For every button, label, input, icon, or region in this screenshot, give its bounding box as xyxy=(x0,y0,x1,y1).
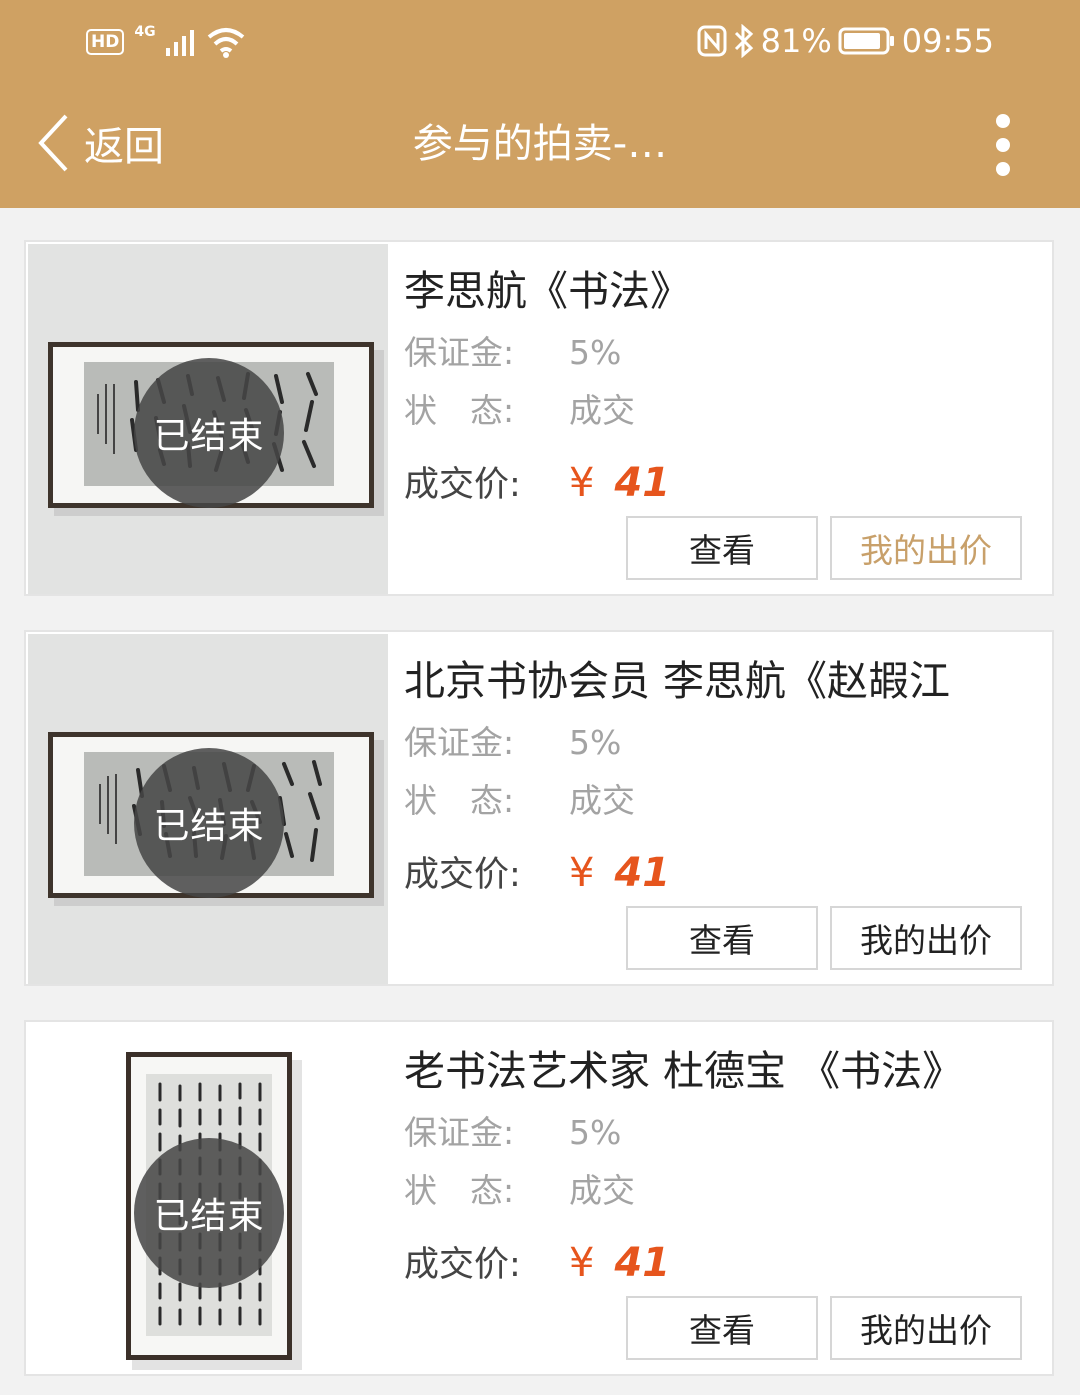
price-amount: 41 xyxy=(614,1240,671,1286)
item-title: 李思航《书法》 xyxy=(404,267,691,315)
deal-price-label: 成交价: xyxy=(404,1245,521,1285)
back-label: 返回 xyxy=(84,124,164,170)
price-amount: 41 xyxy=(614,460,671,506)
wifi-icon xyxy=(207,28,244,58)
back-button[interactable]: 返回 xyxy=(36,108,164,178)
auction-card[interactable]: 已结束 老书法艺术家 杜德宝 《书法》 保证金: 5% 状 态: 成交 成交价: ¥4… xyxy=(24,1020,1054,1376)
price-row: 成交价: ¥41 xyxy=(404,456,670,507)
more-vertical-icon xyxy=(996,114,1010,176)
deal-price-value: ¥41 xyxy=(569,1240,670,1286)
status-label: 状 态: xyxy=(404,1171,515,1210)
artwork-thumbnail[interactable]: 已结束 xyxy=(28,634,388,984)
battery-percent: 81% xyxy=(760,22,832,60)
status-bar-left: HD 4G xyxy=(86,20,246,64)
deposit-row: 保证金: 5% xyxy=(404,1106,621,1154)
more-menu-button[interactable] xyxy=(980,110,1026,180)
app-header: HD 4G 81% 09:55 返回 参与的拍卖-… xyxy=(0,0,1080,208)
auction-info: 北京书协会员 李思航《赵嘏江 保证金: 5% 状 态: 成交 成交价: ¥41 查看 … xyxy=(404,632,1044,984)
currency-symbol: ¥ xyxy=(569,1240,595,1286)
ended-badge: 已结束 xyxy=(134,1138,284,1288)
item-title: 老书法艺术家 杜德宝 《书法》 xyxy=(404,1047,964,1095)
status-row: 状 态: 成交 xyxy=(404,774,635,822)
currency-symbol: ¥ xyxy=(569,460,595,506)
deposit-label: 保证金: xyxy=(404,723,515,762)
status-row: 状 态: 成交 xyxy=(404,384,635,432)
price-row: 成交价: ¥41 xyxy=(404,1236,670,1287)
status-label: 状 态: xyxy=(404,391,515,430)
currency-symbol: ¥ xyxy=(569,850,595,896)
item-title: 北京书协会员 李思航《赵嘏江 xyxy=(404,657,951,705)
auction-info: 老书法艺术家 杜德宝 《书法》 保证金: 5% 状 态: 成交 成交价: ¥41 查看… xyxy=(404,1022,1044,1374)
page-title: 参与的拍卖-… xyxy=(412,121,668,167)
battery-icon xyxy=(838,27,894,55)
ended-badge: 已结束 xyxy=(134,748,284,898)
ended-badge: 已结束 xyxy=(134,358,284,508)
bluetooth-icon xyxy=(734,24,753,58)
auction-card[interactable]: 已结束 北京书协会员 李思航《赵嘏江 保证金: 5% 状 态: 成交 成交价: ¥41… xyxy=(24,630,1054,986)
status-value: 成交 xyxy=(569,781,635,820)
deal-price-value: ¥41 xyxy=(569,460,670,506)
my-bid-button[interactable]: 我的出价 xyxy=(830,516,1022,580)
my-bid-button[interactable]: 我的出价 xyxy=(830,1296,1022,1360)
artwork-thumbnail[interactable]: 已结束 xyxy=(28,1024,388,1374)
status-label: 状 态: xyxy=(404,781,515,820)
nfc-icon xyxy=(697,25,727,57)
status-value: 成交 xyxy=(569,391,635,430)
deposit-value: 5% xyxy=(569,333,622,372)
status-bar-right: 81% 09:55 xyxy=(697,18,994,64)
auction-info: 李思航《书法》 保证金: 5% 状 态: 成交 成交价: ¥41 查看 我的出价 xyxy=(404,242,1044,594)
deposit-value: 5% xyxy=(569,1113,622,1152)
view-button[interactable]: 查看 xyxy=(626,516,818,580)
deposit-value: 5% xyxy=(569,723,622,762)
view-button[interactable]: 查看 xyxy=(626,1296,818,1360)
status-value: 成交 xyxy=(569,1171,635,1210)
deal-price-value: ¥41 xyxy=(569,850,670,896)
clock: 09:55 xyxy=(901,22,994,60)
price-row: 成交价: ¥41 xyxy=(404,846,670,897)
auction-card[interactable]: 已结束 李思航《书法》 保证金: 5% 状 态: 成交 成交价: ¥41 查看 我的出… xyxy=(24,240,1054,596)
deposit-label: 保证金: xyxy=(404,333,515,372)
nav-bar: 返回 参与的拍卖-… xyxy=(0,90,1080,200)
deposit-row: 保证金: 5% xyxy=(404,716,621,764)
artwork-thumbnail[interactable]: 已结束 xyxy=(28,244,388,594)
deposit-row: 保证金: 5% xyxy=(404,326,621,374)
deal-price-label: 成交价: xyxy=(404,855,521,895)
deposit-label: 保证金: xyxy=(404,1113,515,1152)
chevron-left-icon xyxy=(38,114,68,172)
price-amount: 41 xyxy=(614,850,671,896)
network-type-label: 4G xyxy=(134,24,156,40)
my-bid-button[interactable]: 我的出价 xyxy=(830,906,1022,970)
status-bar: HD 4G 81% 09:55 xyxy=(0,0,1080,84)
status-row: 状 态: 成交 xyxy=(404,1164,635,1212)
auction-list: 已结束 李思航《书法》 保证金: 5% 状 态: 成交 成交价: ¥41 查看 我的出… xyxy=(0,208,1080,1395)
signal-icon xyxy=(165,30,194,56)
view-button[interactable]: 查看 xyxy=(626,906,818,970)
deal-price-label: 成交价: xyxy=(404,465,521,505)
hd-icon: HD xyxy=(86,29,125,55)
